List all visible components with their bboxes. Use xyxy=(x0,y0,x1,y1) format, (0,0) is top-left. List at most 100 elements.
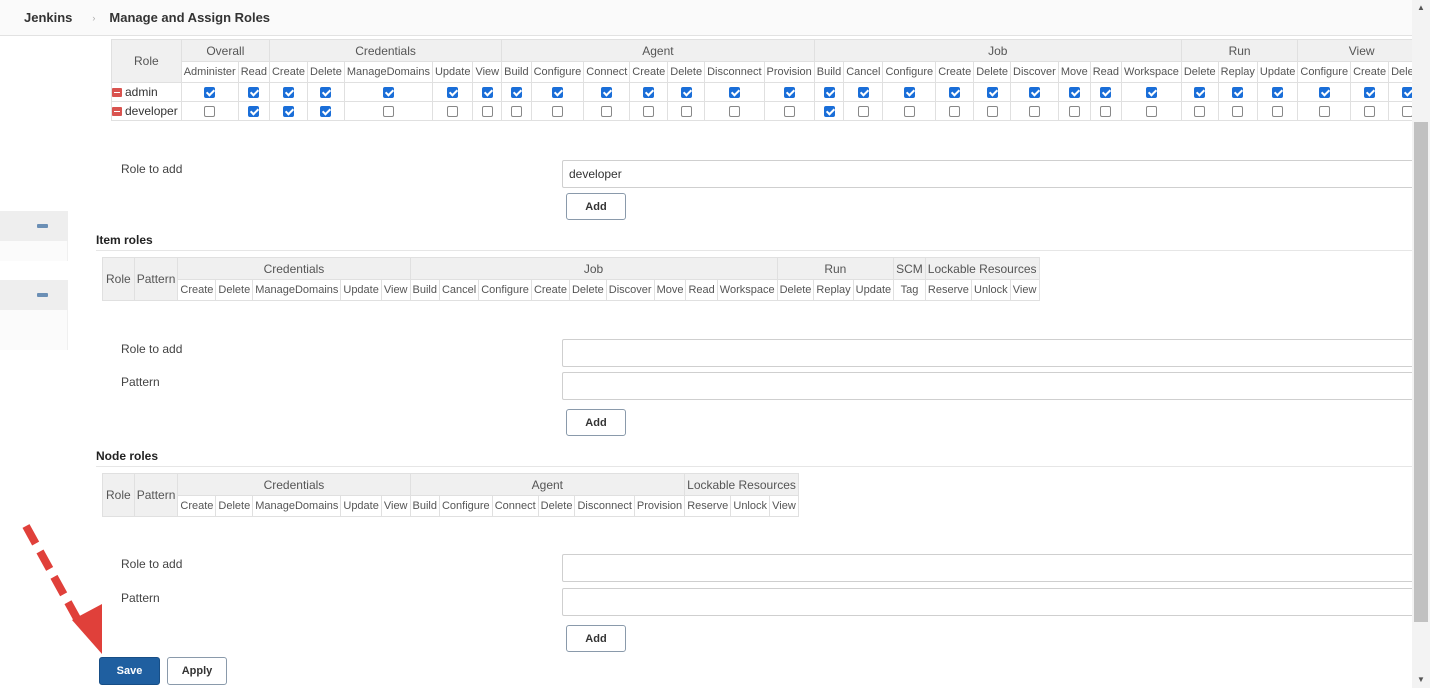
checkbox-view-delete[interactable] xyxy=(1401,105,1413,117)
checkbox-job-workspace[interactable] xyxy=(1145,105,1157,117)
checkbox-job-read[interactable] xyxy=(1100,105,1112,117)
side-panel-header[interactable] xyxy=(0,211,68,241)
checkbox-agent-configure[interactable] xyxy=(551,86,563,98)
checkbox-credentials-delete[interactable] xyxy=(320,105,332,117)
breadcrumb-jenkins-link[interactable]: Jenkins xyxy=(24,10,72,25)
permission-cell xyxy=(667,82,706,102)
permission-cell xyxy=(1217,82,1258,102)
checkbox-run-update[interactable] xyxy=(1272,105,1284,117)
pattern-column-header: Pattern xyxy=(133,257,179,301)
checkbox-view-create[interactable] xyxy=(1364,86,1376,98)
checkbox-agent-connect[interactable] xyxy=(601,86,613,98)
checkbox-run-replay[interactable] xyxy=(1232,86,1244,98)
permission-cell xyxy=(1057,101,1091,121)
global-role-to-add-input[interactable] xyxy=(562,160,1414,188)
node-add-button[interactable]: Add xyxy=(566,625,626,652)
checkbox-credentials-update[interactable] xyxy=(447,86,459,98)
delete-role-icon[interactable] xyxy=(112,107,122,116)
perm-header-credentials-delete: Delete xyxy=(307,61,345,83)
collapse-icon[interactable] xyxy=(37,224,48,228)
permission-cell xyxy=(1350,82,1390,102)
permission-cell xyxy=(1180,101,1219,121)
checkbox-overall-administer[interactable] xyxy=(204,86,216,98)
checkbox-credentials-view[interactable] xyxy=(481,86,493,98)
checkbox-job-build[interactable] xyxy=(823,105,835,117)
checkbox-overall-read[interactable] xyxy=(248,86,260,98)
checkbox-job-cancel[interactable] xyxy=(857,105,869,117)
node-role-to-add-input[interactable] xyxy=(562,554,1414,582)
scrollbar-thumb[interactable] xyxy=(1414,122,1428,622)
permission-cell xyxy=(763,82,815,102)
checkbox-agent-provision[interactable] xyxy=(783,105,795,117)
apply-button[interactable]: Apply xyxy=(167,657,227,685)
checkbox-job-delete[interactable] xyxy=(986,86,998,98)
checkbox-job-read[interactable] xyxy=(1100,86,1112,98)
checkbox-agent-create[interactable] xyxy=(643,86,655,98)
checkbox-overall-administer[interactable] xyxy=(204,105,216,117)
checkbox-job-build[interactable] xyxy=(823,86,835,98)
checkbox-job-move[interactable] xyxy=(1068,105,1080,117)
checkbox-agent-create[interactable] xyxy=(643,105,655,117)
item-roles-table: Role Pattern Credentials Job Run SCM Lockabl… xyxy=(102,257,1040,301)
checkbox-view-configure[interactable] xyxy=(1318,105,1330,117)
checkbox-run-delete[interactable] xyxy=(1194,86,1206,98)
delete-role-icon[interactable] xyxy=(112,88,122,97)
vertical-scrollbar[interactable]: ▲ ▼ xyxy=(1412,0,1430,688)
global-add-button[interactable]: Add xyxy=(566,193,626,220)
checkbox-overall-read[interactable] xyxy=(248,105,260,117)
checkbox-job-configure[interactable] xyxy=(903,86,915,98)
checkbox-credentials-create[interactable] xyxy=(283,86,294,98)
pattern-column-header: Pattern xyxy=(133,473,179,517)
checkbox-job-move[interactable] xyxy=(1068,86,1080,98)
checkbox-agent-delete[interactable] xyxy=(680,86,692,98)
checkbox-agent-disconnect[interactable] xyxy=(728,105,740,117)
permission-cell xyxy=(237,82,270,102)
checkbox-agent-configure[interactable] xyxy=(551,105,563,117)
checkbox-view-create[interactable] xyxy=(1364,105,1376,117)
breadcrumb-bar: Jenkins › Manage and Assign Roles xyxy=(0,0,1412,36)
checkbox-credentials-create[interactable] xyxy=(283,105,294,117)
scroll-up-icon[interactable]: ▲ xyxy=(1412,0,1430,16)
checkbox-run-replay[interactable] xyxy=(1232,105,1244,117)
checkbox-job-delete[interactable] xyxy=(986,105,998,117)
checkbox-view-delete[interactable] xyxy=(1401,86,1413,98)
node-roles-table: Role Pattern Credentials Agent Lockable Re… xyxy=(102,473,799,517)
checkbox-agent-build[interactable] xyxy=(510,86,522,98)
perm-header-job-delete: Delete xyxy=(973,61,1012,83)
breadcrumb-current-page: Manage and Assign Roles xyxy=(109,10,271,25)
checkbox-credentials-view[interactable] xyxy=(481,105,493,117)
checkbox-job-create[interactable] xyxy=(949,86,961,98)
checkbox-credentials-managedomains[interactable] xyxy=(382,105,394,117)
checkbox-agent-delete[interactable] xyxy=(680,105,692,117)
checkbox-credentials-managedomains[interactable] xyxy=(382,86,394,98)
checkbox-job-create[interactable] xyxy=(949,105,961,117)
checkbox-job-discover[interactable] xyxy=(1028,86,1040,98)
side-panel-header[interactable] xyxy=(0,280,68,310)
checkbox-agent-build[interactable] xyxy=(510,105,522,117)
item-pattern-input[interactable] xyxy=(562,372,1414,400)
checkbox-view-configure[interactable] xyxy=(1318,86,1330,98)
perm-header-credentials-view: View xyxy=(472,61,503,83)
checkbox-job-cancel[interactable] xyxy=(857,86,869,98)
group-header-credentials: Credentials xyxy=(177,257,411,280)
checkbox-agent-connect[interactable] xyxy=(601,105,613,117)
checkbox-job-discover[interactable] xyxy=(1028,105,1040,117)
permission-cell xyxy=(180,82,239,102)
checkbox-credentials-delete[interactable] xyxy=(320,86,332,98)
save-button[interactable]: Save xyxy=(99,657,160,685)
group-header-job: Job xyxy=(409,257,778,280)
item-role-to-add-input[interactable] xyxy=(562,339,1414,367)
role-name: developer xyxy=(125,104,178,118)
checkbox-job-workspace[interactable] xyxy=(1145,86,1157,98)
node-pattern-input[interactable] xyxy=(562,588,1414,616)
checkbox-run-delete[interactable] xyxy=(1194,105,1206,117)
checkbox-agent-disconnect[interactable] xyxy=(728,86,740,98)
checkbox-job-configure[interactable] xyxy=(903,105,915,117)
item-add-button[interactable]: Add xyxy=(566,409,626,436)
role-column-header: Role xyxy=(111,39,182,83)
checkbox-agent-provision[interactable] xyxy=(783,86,795,98)
checkbox-run-update[interactable] xyxy=(1272,86,1284,98)
collapse-icon[interactable] xyxy=(37,293,48,297)
checkbox-credentials-update[interactable] xyxy=(447,105,459,117)
scroll-down-icon[interactable]: ▼ xyxy=(1412,672,1430,688)
